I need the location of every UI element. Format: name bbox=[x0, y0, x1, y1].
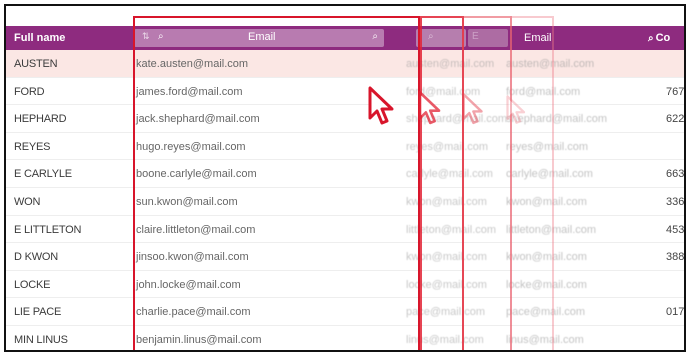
cell-company: 388 bbox=[666, 251, 685, 264]
cell-email: jack.shephard@mail.com bbox=[136, 113, 260, 126]
cell-email-ghost: shephard@mail.com bbox=[406, 113, 508, 126]
cell-email: james.ford@mail.com bbox=[136, 85, 243, 98]
cell-email-2: kwon@mail.com bbox=[506, 195, 587, 208]
grid-body: AUSTEN kate.austen@mail.com austen@mail.co… bbox=[6, 50, 684, 350]
data-grid: Full name ⇅ ⌕ Email ⌕ ⌕ E Email ⌕ Co AUST… bbox=[4, 4, 686, 352]
cell-email: john.locke@mail.com bbox=[136, 278, 241, 291]
cell-email-2: pace@mail.com bbox=[506, 306, 586, 319]
cell-email-ghost: pace@mail.com bbox=[406, 306, 486, 319]
cell-email-2: littleton@mail.com bbox=[506, 223, 597, 236]
cell-email-2: austen@mail.com bbox=[506, 58, 595, 70]
cell-full-name: E LITTLETON bbox=[14, 223, 82, 236]
table-row[interactable]: LIE PACE charlie.pace@mail.com pace@mail.c… bbox=[6, 298, 684, 326]
cell-full-name: D KWON bbox=[14, 251, 59, 264]
column-header-email-label: Email bbox=[248, 31, 276, 43]
cell-email: hugo.reyes@mail.com bbox=[136, 140, 246, 153]
cell-email-ghost: kwon@mail.com bbox=[406, 251, 487, 264]
table-row[interactable]: MIN LINUS benjamin.linus@mail.com linus@ma… bbox=[6, 326, 684, 350]
column-header-email-ghost: ⌕ bbox=[416, 29, 466, 47]
cell-email: claire.littleton@mail.com bbox=[136, 223, 256, 236]
cell-email-ghost: reyes@mail.com bbox=[406, 140, 489, 153]
table-row[interactable]: LOCKE john.locke@mail.com locke@mail.com lo… bbox=[6, 271, 684, 299]
grid-header: Full name ⇅ ⌕ Email ⌕ ⌕ E Email ⌕ Co bbox=[6, 26, 684, 50]
cell-company: 453 bbox=[666, 223, 685, 236]
cell-full-name: E CARLYLE bbox=[14, 168, 72, 181]
cell-company: 017 bbox=[666, 306, 685, 319]
cell-email-ghost: linus@mail.com bbox=[406, 333, 484, 346]
table-row[interactable]: AUSTEN kate.austen@mail.com austen@mail.co… bbox=[6, 50, 684, 78]
cell-full-name: MIN LINUS bbox=[14, 333, 68, 346]
column-header-email-ghost: E bbox=[468, 29, 508, 47]
cell-company: 663 bbox=[666, 168, 685, 181]
cell-email-2: shephard@mail.com bbox=[506, 113, 608, 126]
cell-email: kate.austen@mail.com bbox=[136, 58, 249, 70]
cell-full-name: AUSTEN bbox=[14, 58, 58, 70]
column-header-email[interactable]: Email bbox=[524, 32, 552, 44]
cell-company: 622 bbox=[666, 113, 685, 126]
cell-email-2: ford@mail.com bbox=[506, 85, 581, 98]
table-row[interactable]: HEPHARD jack.shephard@mail.com shephard@ma… bbox=[6, 105, 684, 133]
cell-email: charlie.pace@mail.com bbox=[136, 306, 251, 319]
column-header-email-dragging[interactable]: ⇅ ⌕ Email ⌕ bbox=[134, 29, 384, 47]
cell-email-2: carlyle@mail.com bbox=[506, 168, 593, 181]
cell-company: 767 bbox=[666, 85, 685, 98]
cell-email: jinsoo.kwon@mail.com bbox=[136, 251, 249, 264]
table-row[interactable]: WON sun.kwon@mail.com kwon@mail.com kwon@ma… bbox=[6, 188, 684, 216]
cell-email-ghost: ford@mail.com bbox=[406, 85, 481, 98]
cell-email-2: reyes@mail.com bbox=[506, 140, 589, 153]
cell-company: 336 bbox=[666, 195, 685, 208]
cell-email-ghost: kwon@mail.com bbox=[406, 195, 487, 208]
table-row[interactable]: E CARLYLE boone.carlyle@mail.com carlyle@m… bbox=[6, 160, 684, 188]
cell-email: benjamin.linus@mail.com bbox=[136, 333, 262, 346]
cell-email: boone.carlyle@mail.com bbox=[136, 168, 257, 181]
cell-full-name: FORD bbox=[14, 85, 45, 98]
cell-full-name: WON bbox=[14, 195, 41, 208]
cell-full-name: LOCKE bbox=[14, 278, 51, 291]
cell-email-ghost: carlyle@mail.com bbox=[406, 168, 493, 181]
sort-icon[interactable]: ⇅ bbox=[142, 31, 150, 42]
cell-email-2: linus@mail.com bbox=[506, 333, 584, 346]
cell-full-name: HEPHARD bbox=[14, 113, 67, 126]
table-row[interactable]: D KWON jinsoo.kwon@mail.com kwon@mail.com k… bbox=[6, 243, 684, 271]
cell-email-ghost: austen@mail.com bbox=[406, 58, 495, 70]
cell-full-name: REYES bbox=[14, 140, 51, 153]
search-icon[interactable]: ⌕ bbox=[648, 33, 654, 44]
cell-email-ghost: littleton@mail.com bbox=[406, 223, 497, 236]
column-header-company[interactable]: ⌕ Co bbox=[648, 32, 670, 44]
cell-full-name: LIE PACE bbox=[14, 306, 62, 319]
table-row[interactable]: FORD james.ford@mail.com ford@mail.com ford… bbox=[6, 78, 684, 106]
search-icon[interactable]: ⌕ bbox=[372, 31, 378, 42]
cell-email-ghost: locke@mail.com bbox=[406, 278, 487, 291]
cell-email-2: locke@mail.com bbox=[506, 278, 587, 291]
cell-email: sun.kwon@mail.com bbox=[136, 195, 238, 208]
table-row[interactable]: REYES hugo.reyes@mail.com reyes@mail.com re… bbox=[6, 133, 684, 161]
cell-email-2: kwon@mail.com bbox=[506, 251, 587, 264]
table-row[interactable]: E LITTLETON claire.littleton@mail.com litt… bbox=[6, 216, 684, 244]
search-icon: ⌕ bbox=[428, 31, 434, 42]
search-icon[interactable]: ⌕ bbox=[158, 31, 164, 42]
column-header-full-name[interactable]: Full name bbox=[14, 32, 65, 44]
